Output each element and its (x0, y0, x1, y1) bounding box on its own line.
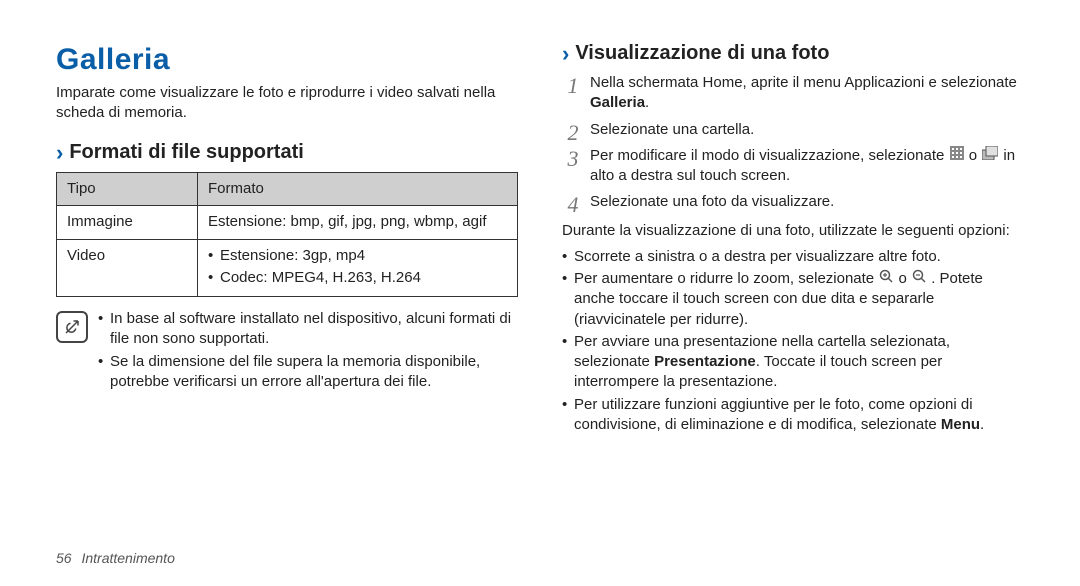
stack-view-icon (982, 146, 998, 166)
step-text: Nella schermata Home, aprite il menu App… (590, 74, 1017, 111)
chevron-right-icon: › (56, 142, 63, 164)
step-item: 3 Per modificare il modo di visualizzazi… (562, 146, 1024, 187)
step-text: Per modificare il modo di visualizzazion… (590, 147, 1015, 184)
page-footer: 56 Intrattenimento (56, 549, 175, 568)
intro-text: Imparate come visualizzare le foto e rip… (56, 83, 518, 124)
step-item: 4 Selezionate una foto da visualizzare. (562, 192, 1024, 212)
subheading-view-photo: › Visualizzazione di una foto (562, 40, 1024, 67)
page-number: 56 (56, 550, 72, 566)
footer-section: Intrattenimento (81, 550, 174, 566)
step-number: 4 (562, 190, 584, 220)
note-list: In base al software installato nel dispo… (98, 309, 518, 394)
steps-list: 1 Nella schermata Home, aprite il menu A… (562, 73, 1024, 213)
th-tipo: Tipo (57, 173, 198, 206)
th-formato: Formato (198, 173, 518, 206)
option-item: Scorrete a sinistra o a destra per visua… (562, 247, 1024, 267)
step-text: Selezionate una foto da visualizzare. (590, 193, 834, 210)
td-tipo-image: Immagine (57, 206, 198, 239)
options-list: Scorrete a sinistra o a destra per visua… (562, 247, 1024, 435)
option-item: Per aumentare o ridurre lo zoom, selezio… (562, 269, 1024, 330)
td-tipo-video: Video (57, 239, 198, 297)
note-item: Se la dimensione del file supera la memo… (98, 352, 518, 393)
section-title: Galleria (56, 40, 518, 81)
during-text: Durante la visualizzazione di una foto, … (562, 221, 1024, 241)
note-item: In base al software installato nel dispo… (98, 309, 518, 350)
grid-view-icon (950, 146, 964, 166)
td-fmt-image: Estensione: bmp, gif, jpg, png, wbmp, ag… (198, 206, 518, 239)
manual-page: Galleria Imparate come visualizzare le f… (0, 0, 1080, 586)
td-fmt-video: Estensione: 3gp, mp4 Codec: MPEG4, H.263… (198, 239, 518, 297)
subheading-label: Formati di file supportati (69, 139, 303, 166)
note-block: In base al software installato nel dispo… (56, 309, 518, 394)
table-row: Immagine Estensione: bmp, gif, jpg, png,… (57, 206, 518, 239)
chevron-right-icon: › (562, 43, 569, 65)
formats-table: Tipo Formato Immagine Estensione: bmp, g… (56, 172, 518, 297)
video-codec: Codec: MPEG4, H.263, H.264 (208, 268, 507, 288)
note-icon (56, 311, 88, 343)
left-column: Galleria Imparate come visualizzare le f… (56, 40, 518, 566)
step-number: 2 (562, 118, 584, 148)
table-row: Video Estensione: 3gp, mp4 Codec: MPEG4,… (57, 239, 518, 297)
video-ext: Estensione: 3gp, mp4 (208, 246, 507, 266)
subheading-formats: › Formati di file supportati (56, 139, 518, 166)
right-column: › Visualizzazione di una foto 1 Nella sc… (562, 40, 1024, 566)
step-item: 1 Nella schermata Home, aprite il menu A… (562, 73, 1024, 114)
step-text: Selezionate una cartella. (590, 121, 754, 138)
zoom-out-icon (912, 269, 926, 289)
step-item: 2 Selezionate una cartella. (562, 120, 1024, 140)
option-item: Per utilizzare funzioni aggiuntive per l… (562, 395, 1024, 436)
zoom-in-icon (879, 269, 893, 289)
option-item: Per avviare una presentazione nella cart… (562, 332, 1024, 393)
step-number: 1 (562, 71, 584, 101)
subheading-label: Visualizzazione di una foto (575, 40, 829, 67)
table-header-row: Tipo Formato (57, 173, 518, 206)
step-number: 3 (562, 144, 584, 174)
